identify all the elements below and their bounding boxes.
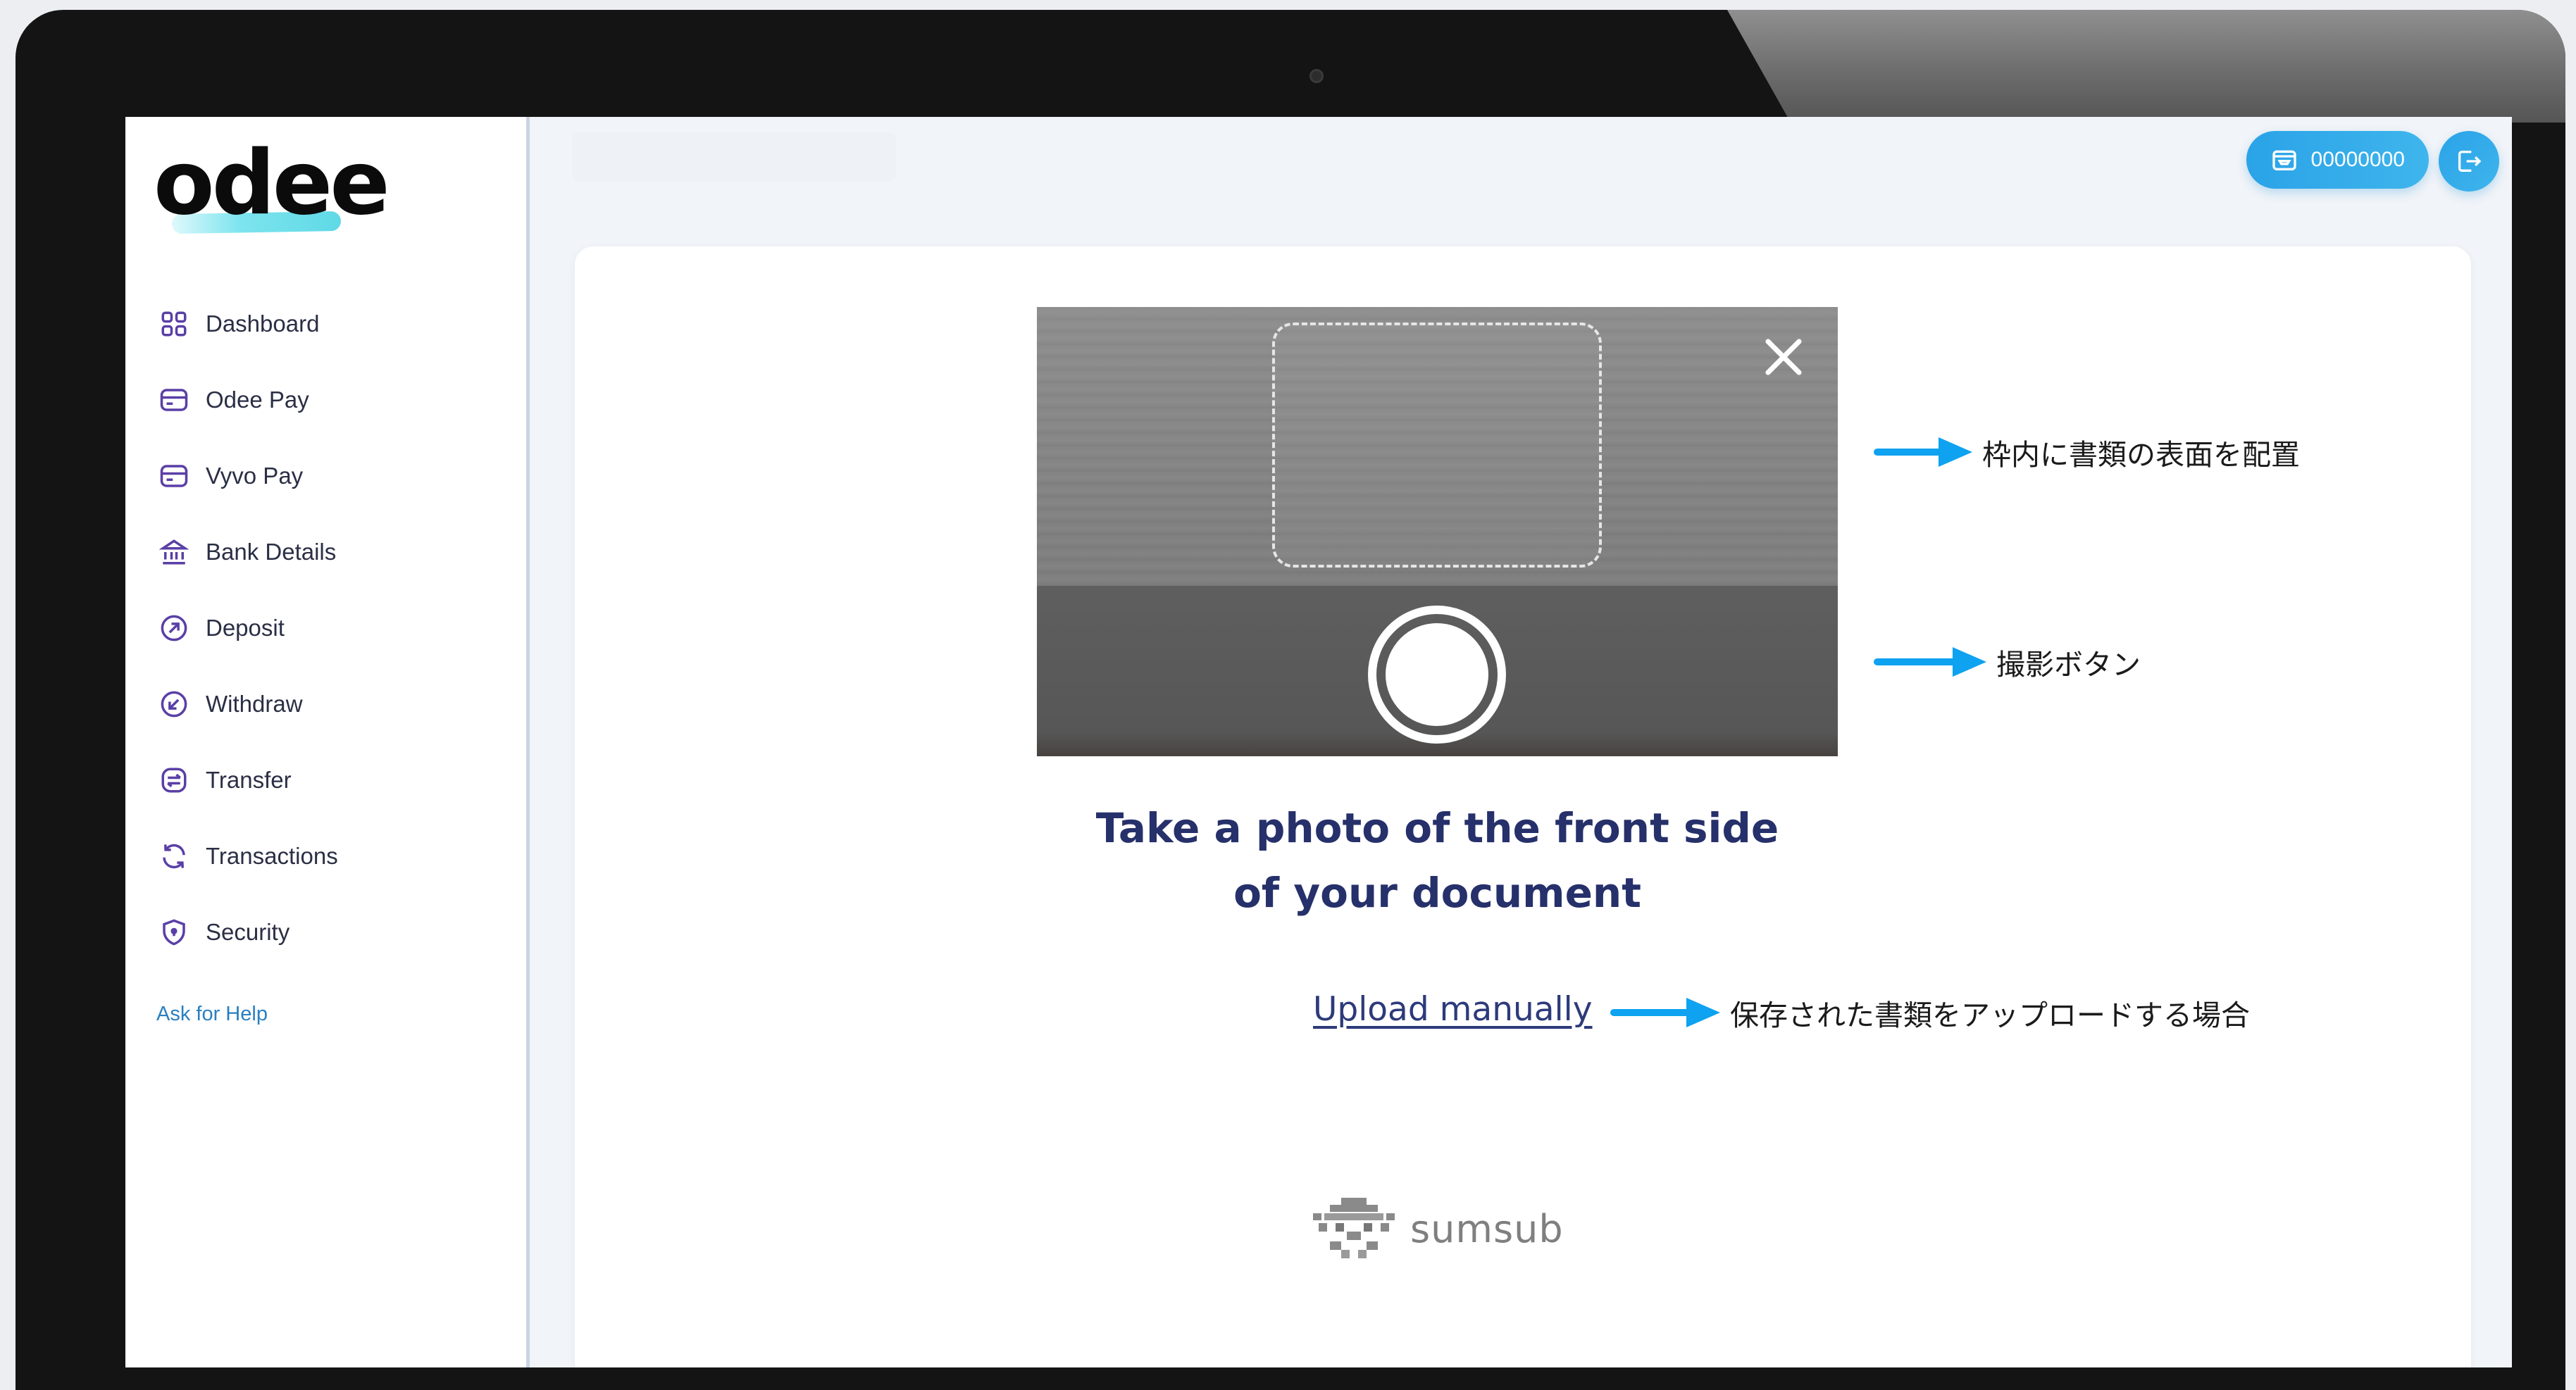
sidebar-item-label: Withdraw [206, 691, 303, 717]
callout-upload-text: 保存された書類をアップロードする場合 [1730, 998, 2250, 1032]
card-icon [159, 461, 189, 491]
dashboard-grid-icon [159, 309, 189, 339]
sidebar: odee Dashboard Odee Pay Vyvo Pay Bank De… [125, 117, 530, 1367]
upload-manually-link[interactable]: Upload manually [1313, 990, 1593, 1029]
document-frame-guide [1272, 323, 1602, 568]
shield-icon [159, 918, 189, 947]
sidebar-item-security[interactable]: Security [159, 910, 290, 955]
arrow-right-icon [1874, 647, 1986, 677]
callout-shutter-text: 撮影ボタン [1996, 648, 2141, 682]
account-number: 00000000 [2310, 148, 2405, 171]
sidebar-item-label: Transactions [206, 843, 338, 869]
verification-card: Take a photo of the front side of your d… [575, 246, 2471, 1367]
sumsub-mascot-icon [1313, 1198, 1395, 1258]
sidebar-item-label: Security [206, 919, 290, 945]
sidebar-item-transfer[interactable]: Transfer [159, 758, 292, 803]
sidebar-item-withdraw[interactable]: Withdraw [159, 682, 303, 727]
sidebar-item-label: Odee Pay [206, 387, 309, 413]
header-placeholder [572, 132, 896, 182]
sidebar-item-deposit[interactable]: Deposit [159, 606, 285, 651]
sidebar-item-label: Dashboard [206, 311, 320, 337]
logo[interactable]: odee [154, 130, 390, 236]
account-number-button[interactable]: 00000000 [2246, 131, 2429, 189]
camera-preview [1037, 307, 1838, 756]
sidebar-item-label: Deposit [206, 615, 285, 641]
transfer-icon [159, 765, 189, 795]
ask-for-help-link[interactable]: Ask for Help [156, 1003, 268, 1026]
arrow-up-right-circle-icon [159, 613, 189, 643]
callout-upload-note: 保存された書類をアップロードする場合 [1610, 991, 2250, 1034]
wallet-icon [2272, 150, 2296, 170]
callout-shutter-note: 撮影ボタン [1874, 641, 2141, 683]
close-camera-button[interactable] [1760, 334, 1807, 380]
sidebar-item-label: Vyvo Pay [206, 463, 304, 489]
logout-button[interactable] [2439, 131, 2499, 192]
sidebar-item-bank-details[interactable]: Bank Details [159, 530, 336, 575]
bezel-reflection [1727, 10, 2565, 123]
arrow-right-icon [1610, 998, 1720, 1027]
logout-icon [2458, 151, 2482, 172]
sidebar-item-odee-pay[interactable]: Odee Pay [159, 377, 309, 422]
close-icon [1765, 339, 1802, 375]
webcam [1309, 69, 1324, 83]
sidebar-item-label: Transfer [206, 767, 292, 793]
prompt-line-1: Take a photo of the front side [1095, 804, 1779, 852]
refresh-icon [159, 841, 189, 871]
app-screen: odee Dashboard Odee Pay Vyvo Pay Bank De… [125, 117, 2512, 1367]
shutter-inner [1386, 623, 1488, 726]
arrow-down-left-circle-icon [159, 689, 189, 719]
callout-frame-note: 枠内に書類の表面を配置 [1874, 431, 2300, 473]
sidebar-item-dashboard[interactable]: Dashboard [159, 301, 319, 346]
card-icon [159, 385, 189, 415]
sumsub-logo: sumsub [1310, 1197, 1564, 1260]
callout-frame-text: 枠内に書類の表面を配置 [1982, 438, 2300, 472]
sidebar-item-label: Bank Details [206, 539, 337, 565]
arrow-right-icon [1874, 437, 1972, 467]
main-content: 00000000 Take a photo of the front side … [530, 117, 2512, 1367]
verification-prompt: Take a photo of the front side of your d… [1037, 796, 1838, 925]
sidebar-item-transactions[interactable]: Transactions [159, 834, 338, 879]
sidebar-item-vyvo-pay[interactable]: Vyvo Pay [159, 453, 303, 499]
bank-icon [159, 537, 189, 567]
capture-shutter-button[interactable] [1368, 606, 1506, 744]
sumsub-wordmark: sumsub [1410, 1206, 1564, 1251]
prompt-line-2: of your document [1233, 869, 1641, 917]
